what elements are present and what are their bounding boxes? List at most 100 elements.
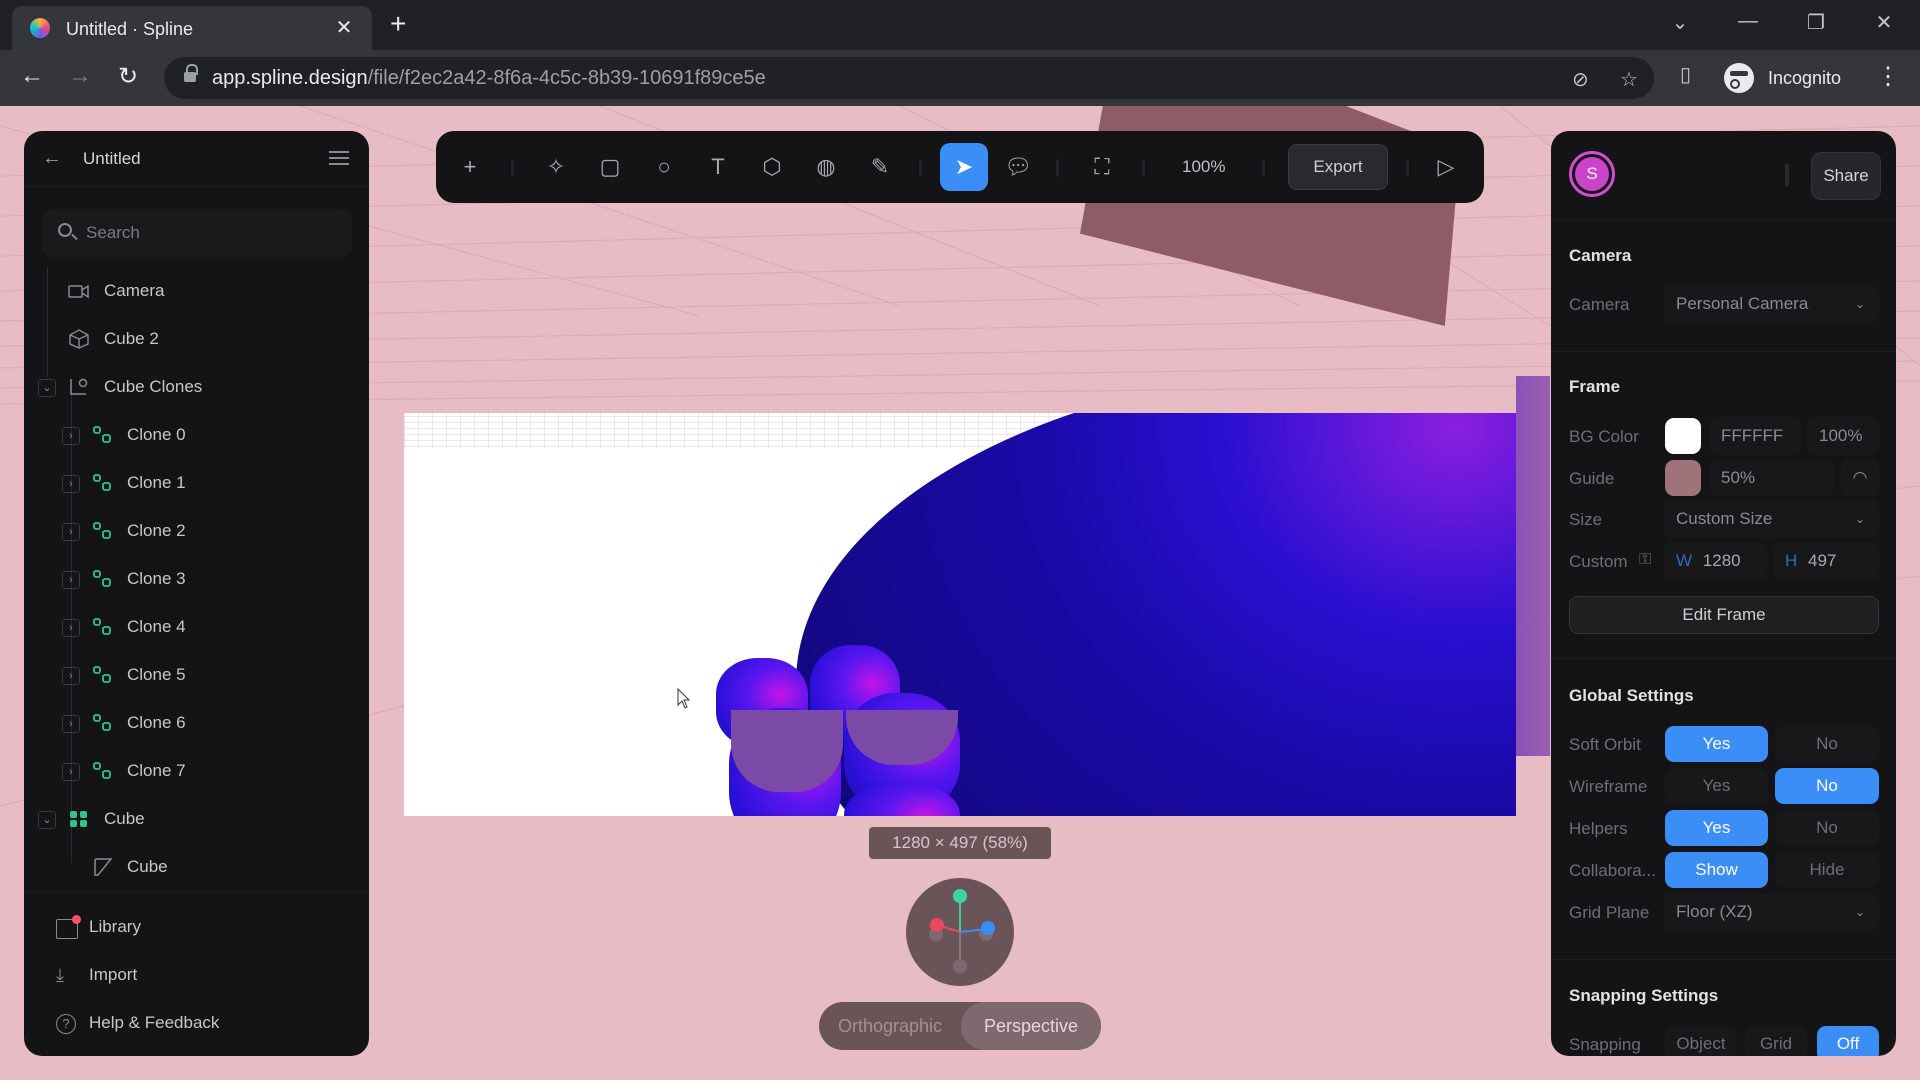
layer-clone-1[interactable]: › Clone 1 — [24, 461, 369, 505]
export-button[interactable]: Export — [1288, 144, 1388, 190]
search-field[interactable] — [42, 209, 352, 257]
guide-visibility-icon[interactable]: ◠ — [1841, 459, 1879, 497]
guide-color-swatch[interactable] — [1665, 460, 1701, 496]
snapping-object[interactable]: Object — [1665, 1026, 1737, 1056]
minimize-icon[interactable]: — — [1728, 10, 1768, 33]
perspective-option[interactable]: Perspective — [961, 1002, 1101, 1050]
rectangle-icon[interactable]: ▢ — [590, 147, 630, 187]
orientation-gizmo[interactable] — [906, 878, 1014, 986]
incognito-profile-button[interactable]: Incognito — [1718, 58, 1857, 98]
helpers-no[interactable]: No — [1775, 810, 1879, 846]
file-title[interactable]: Untitled — [83, 149, 141, 169]
layer-clone-2[interactable]: › Clone 2 — [24, 509, 369, 553]
url-text[interactable]: app.spline.design/file/f2ec2a42-8f6a-4c5… — [212, 67, 766, 90]
user-avatar[interactable]: S — [1569, 151, 1615, 197]
helpers-yes[interactable]: Yes — [1665, 810, 1768, 846]
tab-search-chevron-icon[interactable]: ⌄ — [1660, 10, 1700, 35]
gizmo-y-axis[interactable] — [953, 889, 967, 903]
chevron-right-icon[interactable]: › — [62, 571, 80, 589]
edit-frame-button[interactable]: Edit Frame — [1569, 596, 1879, 634]
chevron-down-icon[interactable]: ⌄ — [38, 379, 56, 397]
snapping-grid[interactable]: Grid — [1745, 1026, 1807, 1056]
back-arrow-icon[interactable]: ← — [42, 147, 62, 170]
ellipse-icon[interactable]: ○ — [644, 147, 684, 187]
bg-color-swatch[interactable] — [1665, 418, 1701, 454]
layer-cube-shape[interactable]: Cube — [24, 845, 369, 889]
chevron-right-icon[interactable]: › — [62, 427, 80, 445]
unlock-icon[interactable]: ⚿ — [1639, 551, 1651, 569]
sidebar-icon[interactable]: ▯ — [1680, 62, 1691, 87]
layer-camera[interactable]: Camera — [24, 269, 369, 313]
sphere-icon[interactable]: ◍ — [806, 147, 846, 187]
chevron-right-icon[interactable]: › — [62, 715, 80, 733]
grid-plane-select[interactable]: Floor (XZ) ⌄ — [1664, 893, 1879, 931]
height-input[interactable]: H 497 — [1773, 542, 1879, 580]
snapping-off[interactable]: Off — [1817, 1026, 1879, 1056]
search-input[interactable] — [86, 221, 326, 245]
close-tab-icon[interactable]: ✕ — [332, 15, 356, 40]
soft-orbit-yes[interactable]: Yes — [1665, 726, 1768, 762]
text-icon[interactable]: T — [698, 147, 738, 187]
divider — [1551, 351, 1896, 352]
width-input[interactable]: W 1280 — [1664, 542, 1767, 580]
play-icon[interactable]: ▷ — [1426, 147, 1466, 187]
help-feedback-button[interactable]: ? Help & Feedback — [24, 1001, 369, 1045]
kebab-icon[interactable]: ⋮ — [1876, 62, 1900, 91]
eye-off-icon[interactable]: ⊘ — [1572, 67, 1589, 92]
layer-cube-clones[interactable]: ⌄ Cube Clones — [24, 365, 369, 409]
add-icon[interactable]: + — [450, 147, 490, 187]
wireframe-no[interactable]: No — [1775, 768, 1879, 804]
chevron-right-icon[interactable]: › — [62, 475, 80, 493]
layer-clone-7[interactable]: › Clone 7 — [24, 749, 369, 793]
comment-icon[interactable]: 💬︎ — [998, 147, 1038, 187]
close-window-icon[interactable]: ✕ — [1864, 10, 1904, 35]
layer-cube-2[interactable]: Cube 2 — [24, 317, 369, 361]
address-bar[interactable]: app.spline.design/file/f2ec2a42-8f6a-4c5… — [164, 57, 1654, 99]
layer-clone-5[interactable]: › Clone 5 — [24, 653, 369, 697]
collaborators-show[interactable]: Show — [1665, 852, 1768, 888]
bg-color-hex-input[interactable]: FFFFFF — [1709, 417, 1801, 455]
chevron-right-icon[interactable]: › — [62, 619, 80, 637]
ai-sparkle-icon[interactable]: ✧ — [536, 147, 576, 187]
lock-icon[interactable] — [184, 64, 198, 84]
import-button[interactable]: ⤓ Import — [24, 953, 369, 997]
library-button[interactable]: Library — [24, 905, 369, 949]
share-button[interactable]: Share — [1811, 152, 1881, 200]
layer-label: Camera — [104, 281, 165, 300]
scene-frame[interactable] — [404, 413, 1516, 816]
camera-select[interactable]: Personal Camera ⌄ — [1664, 285, 1879, 323]
layer-clone-6[interactable]: › Clone 6 — [24, 701, 369, 745]
bg-opacity-input[interactable]: 100% — [1807, 417, 1879, 455]
new-tab-button[interactable]: + — [390, 8, 406, 40]
chevron-right-icon[interactable]: › — [62, 523, 80, 541]
chevron-down-icon[interactable]: ⌄ — [38, 811, 56, 829]
layer-clone-3[interactable]: › Clone 3 — [24, 557, 369, 601]
chevron-right-icon[interactable]: › — [62, 763, 80, 781]
gizmo-z-axis[interactable] — [981, 921, 995, 935]
properties-panel: S Share Camera Camera Personal Camera ⌄ … — [1551, 131, 1896, 1056]
layer-clone-0[interactable]: › Clone 0 — [24, 413, 369, 457]
frame-fit-icon[interactable]: ⛶ — [1082, 147, 1122, 187]
back-icon[interactable]: ← — [16, 62, 48, 90]
select-tool-icon[interactable]: ➤ — [940, 143, 988, 191]
menu-icon[interactable] — [329, 151, 349, 165]
chevron-right-icon[interactable]: › — [62, 667, 80, 685]
cube-icon[interactable]: ⬡ — [752, 147, 792, 187]
pen-icon[interactable]: ✎ — [860, 147, 900, 187]
soft-orbit-no[interactable]: No — [1775, 726, 1879, 762]
reload-icon[interactable]: ↻ — [112, 62, 144, 91]
browser-tab[interactable]: Untitled · Spline ✕ — [12, 6, 372, 50]
size-select[interactable]: Custom Size ⌄ — [1664, 500, 1879, 538]
star-icon[interactable]: ☆ — [1620, 67, 1638, 92]
gizmo-x-axis[interactable] — [930, 918, 944, 932]
gizmo-neg-y[interactable] — [953, 959, 967, 973]
collaborators-hide[interactable]: Hide — [1775, 852, 1879, 888]
restore-icon[interactable]: ❐ — [1796, 10, 1836, 35]
layer-clone-4[interactable]: › Clone 4 — [24, 605, 369, 649]
wireframe-yes[interactable]: Yes — [1665, 768, 1768, 804]
layer-cube-component[interactable]: ⌄ Cube — [24, 797, 369, 841]
guide-opacity-input[interactable]: 50% — [1709, 459, 1835, 497]
forward-icon[interactable]: → — [64, 62, 96, 90]
orthographic-option[interactable]: Orthographic — [819, 1002, 961, 1050]
zoom-level[interactable]: 100% — [1182, 157, 1225, 177]
